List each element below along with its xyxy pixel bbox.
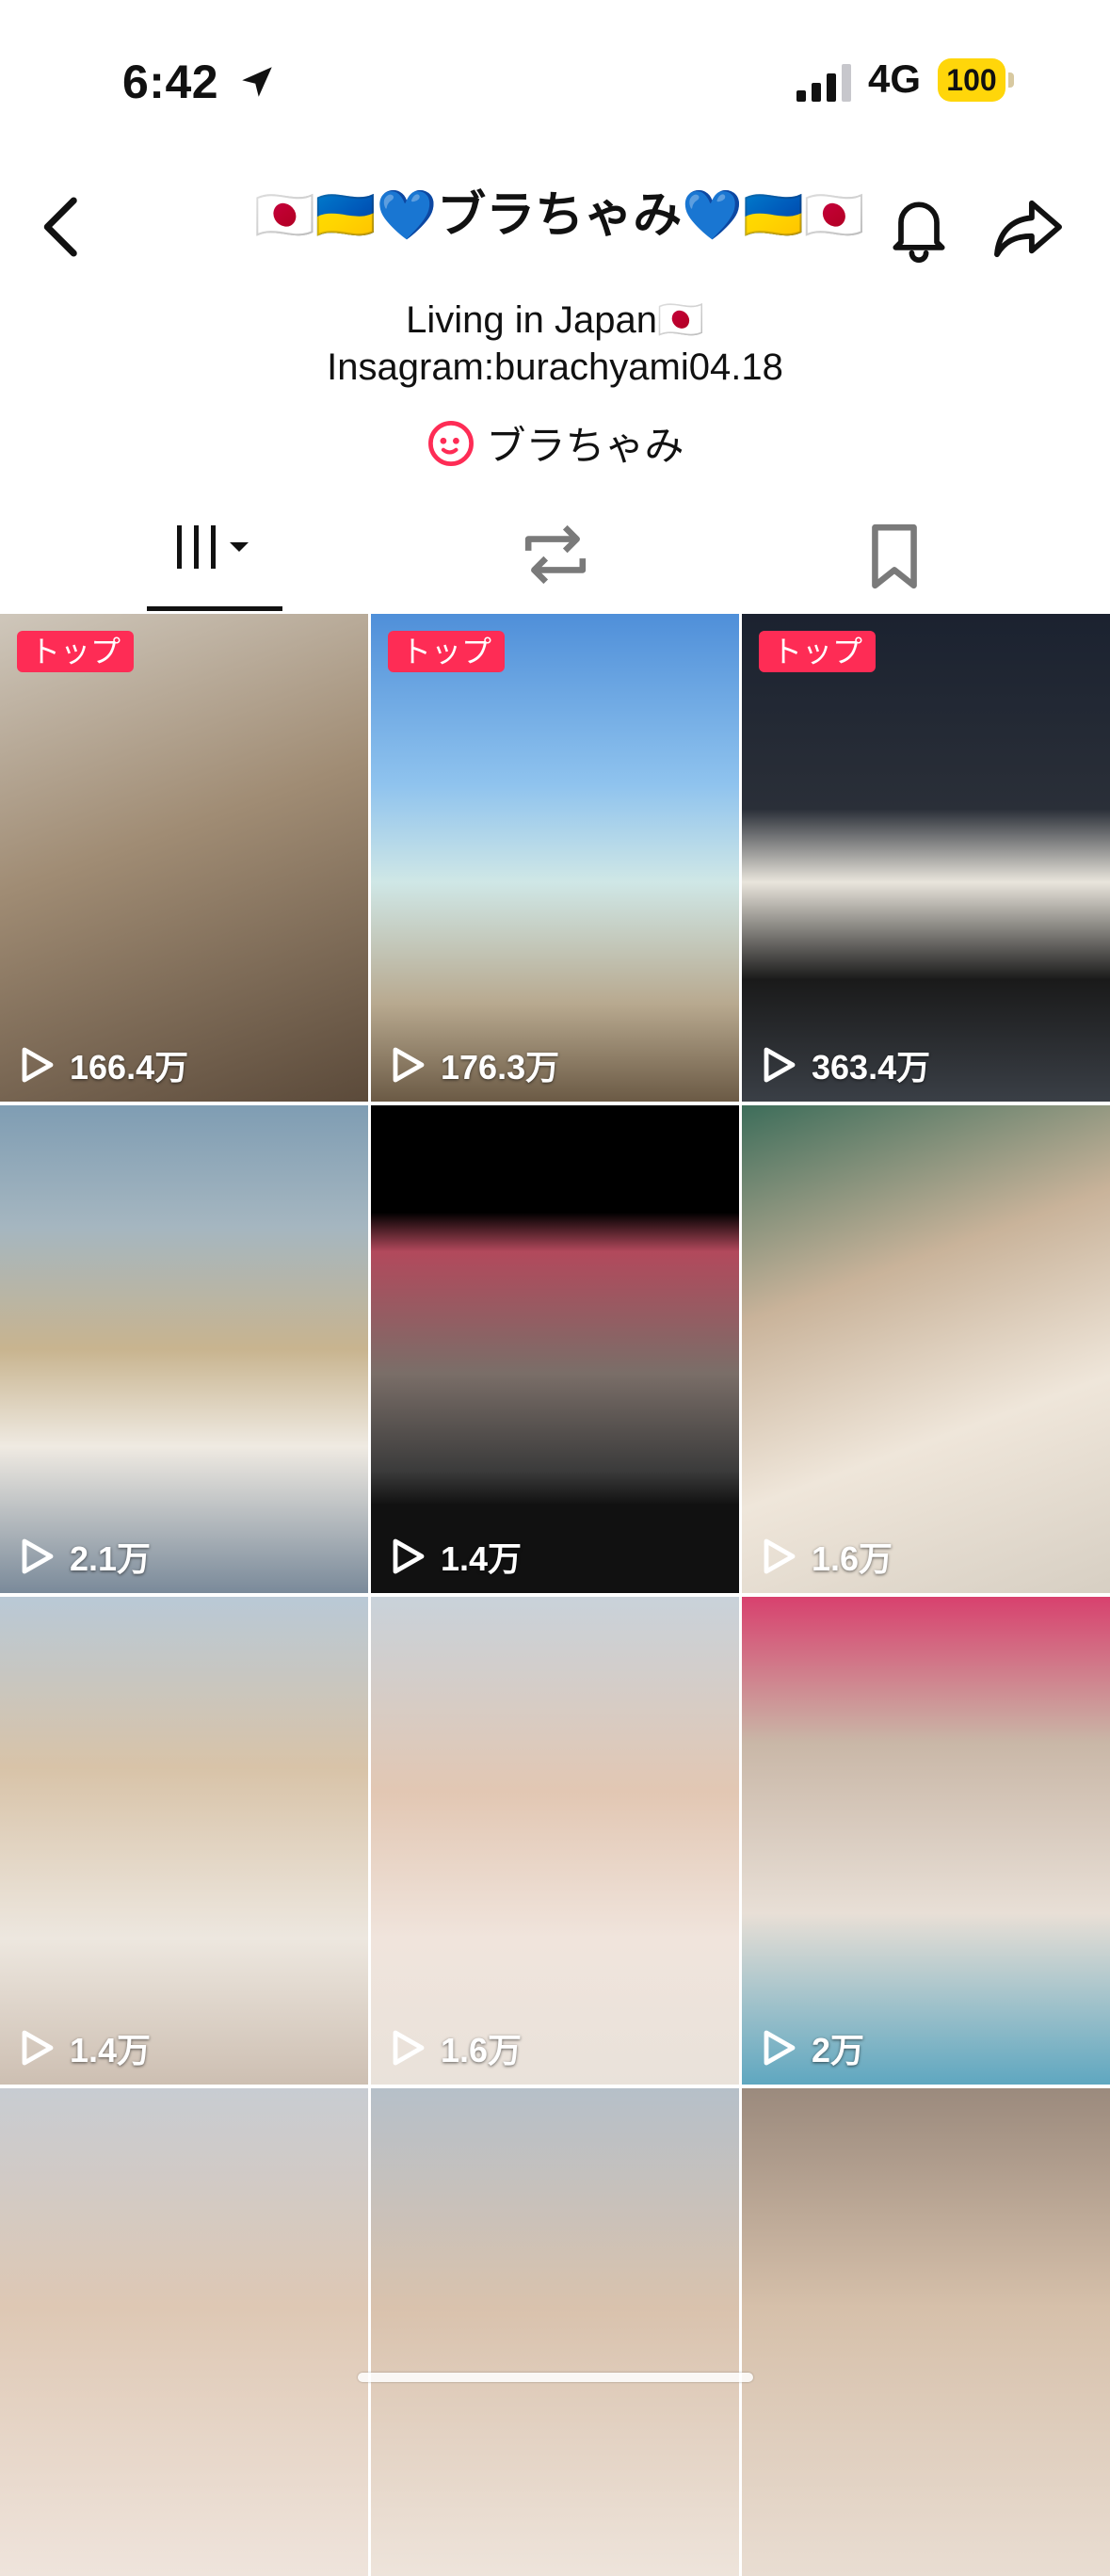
video-thumbnail[interactable]: 1.4万 <box>0 1597 368 2085</box>
lemon8-link[interactable]: ブラちゃみ <box>0 414 1110 472</box>
video-thumbnail[interactable] <box>0 2088 368 2576</box>
pinned-badge: トップ <box>759 631 877 672</box>
play-icon <box>764 1538 796 1574</box>
active-tab-indicator <box>147 606 282 611</box>
video-thumbnail[interactable]: トップ 166.4万 <box>0 614 368 1102</box>
play-icon <box>393 1538 425 1574</box>
view-count-label: 2万 <box>812 2031 865 2069</box>
view-count-label: 2.1万 <box>70 1539 152 1578</box>
view-count-label: 363.4万 <box>812 1048 931 1087</box>
view-count: 166.4万 <box>17 1041 188 1088</box>
video-thumbnail[interactable] <box>371 2088 739 2576</box>
view-count: 2万 <box>759 2024 864 2071</box>
video-thumbnail[interactable] <box>742 2088 1110 2576</box>
notification-bell-button[interactable] <box>883 192 955 264</box>
pinned-badge: トップ <box>388 631 506 672</box>
home-indicator <box>358 2373 753 2382</box>
video-thumbnail[interactable]: トップ 176.3万 <box>371 614 739 1102</box>
tab-reposts[interactable] <box>516 522 595 588</box>
view-count: 1.4万 <box>17 2024 151 2071</box>
view-count: 1.6万 <box>388 2024 522 2071</box>
play-icon <box>393 1047 425 1083</box>
profile-title: 🇯🇵🇺🇦💙ブラちゃみ💙🇺🇦🇯🇵 <box>254 188 865 243</box>
view-count: 1.4万 <box>388 1533 522 1580</box>
tab-videos[interactable] <box>147 516 282 610</box>
view-count: 1.6万 <box>759 1533 893 1580</box>
bio-line: Living in Japan🇯🇵 <box>406 299 704 341</box>
view-count: 176.3万 <box>388 1041 559 1088</box>
battery-level: 100 <box>946 63 997 97</box>
bio-line: Insagram:burachyami04.18 <box>327 346 783 388</box>
view-count-label: 1.4万 <box>70 2031 152 2069</box>
location-arrow-icon <box>242 67 272 97</box>
video-thumbnail[interactable]: 2.1万 <box>0 1105 368 1593</box>
view-count: 363.4万 <box>759 1041 930 1088</box>
battery-icon: 100 <box>938 58 1015 102</box>
lemon8-icon <box>428 421 475 466</box>
video-thumbnail[interactable]: 1.6万 <box>371 1597 739 2085</box>
play-icon <box>22 1047 54 1083</box>
play-icon <box>22 1538 54 1574</box>
play-icon <box>393 2030 425 2066</box>
view-count-label: 1.6万 <box>812 1539 893 1578</box>
view-count-label: 166.4万 <box>70 1048 189 1087</box>
grid-videos-icon <box>177 525 249 569</box>
back-button[interactable] <box>34 194 90 260</box>
play-icon <box>22 2030 54 2066</box>
nickname-label: ブラちゃみ <box>486 424 684 468</box>
video-thumbnail[interactable]: 1.6万 <box>742 1105 1110 1593</box>
play-icon <box>764 1047 796 1083</box>
status-time: 6:42 <box>122 56 219 108</box>
view-count-label: 1.4万 <box>441 1539 523 1578</box>
video-grid: トップ 166.4万 トップ 176.3万 トップ 363.4万 2.1万 1.4万 1.6万 1… <box>0 614 1110 2576</box>
share-button[interactable] <box>990 196 1066 262</box>
play-icon <box>764 2030 796 2066</box>
view-count: 2.1万 <box>17 1533 151 1580</box>
pinned-badge: トップ <box>17 631 135 672</box>
signal-strength-icon <box>796 64 851 102</box>
view-count-label: 176.3万 <box>441 1048 560 1087</box>
video-thumbnail[interactable]: 1.4万 <box>371 1105 739 1593</box>
video-thumbnail[interactable]: 2万 <box>742 1597 1110 2085</box>
tab-saved[interactable] <box>859 522 930 591</box>
view-count-label: 1.6万 <box>441 2031 523 2069</box>
network-type: 4G <box>868 56 922 101</box>
video-thumbnail[interactable]: トップ 363.4万 <box>742 614 1110 1102</box>
